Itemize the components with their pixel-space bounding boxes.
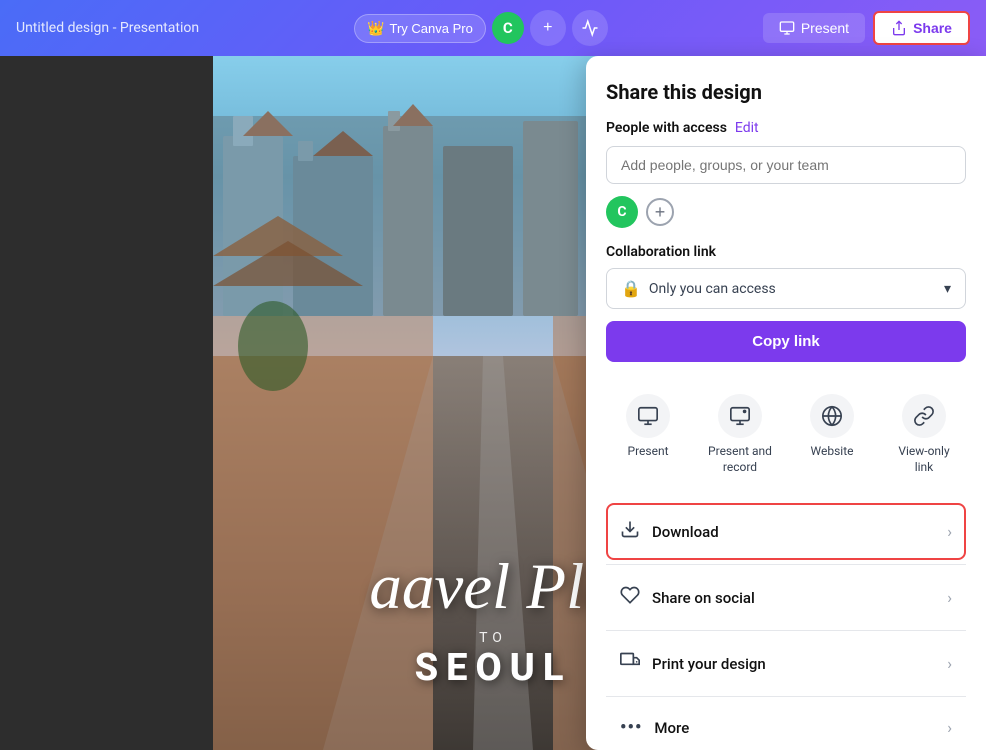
- website-icon: [810, 394, 854, 438]
- share-button[interactable]: Share: [873, 11, 970, 45]
- divider-1: [606, 564, 966, 565]
- share-option-present[interactable]: Present: [606, 382, 690, 487]
- topbar-left: Untitled design - Presentation: [16, 20, 199, 36]
- view-only-icon: [902, 394, 946, 438]
- print-icon: [620, 651, 640, 676]
- access-text: Only you can access: [649, 281, 776, 297]
- share-option-present-record[interactable]: Present and record: [698, 382, 782, 487]
- panel-title: Share this design: [606, 80, 966, 104]
- people-access-row: People with access Edit: [606, 120, 966, 136]
- owner-avatar: C: [606, 196, 638, 228]
- present-option-icon: [626, 394, 670, 438]
- slide-city-name: Seoul: [415, 646, 572, 690]
- user-avatar[interactable]: C: [492, 12, 524, 44]
- add-people-input[interactable]: [606, 146, 966, 184]
- present-record-label: Present and record: [704, 444, 776, 475]
- share-social-label: Share on social: [652, 589, 755, 607]
- chevron-down-icon: ▾: [944, 281, 951, 297]
- view-only-label: View-only link: [888, 444, 960, 475]
- document-title: Untitled design - Presentation: [16, 20, 199, 36]
- print-option[interactable]: Print your design ›: [606, 635, 966, 692]
- download-option[interactable]: Download ›: [606, 503, 966, 560]
- topbar-right: Present Share: [763, 11, 970, 45]
- copy-link-button[interactable]: Copy link: [606, 321, 966, 362]
- more-label: More: [654, 719, 689, 737]
- slide-to-label: TO: [479, 630, 507, 646]
- avatar-row: C +: [606, 196, 966, 228]
- try-canva-pro-button[interactable]: 👑 Try Canva Pro: [354, 14, 486, 43]
- share-social-chevron-icon: ›: [947, 588, 952, 607]
- people-access-label: People with access: [606, 120, 727, 136]
- divider-2: [606, 630, 966, 631]
- collaboration-link-label: Collaboration link: [606, 244, 966, 260]
- download-icon: [620, 519, 640, 544]
- share-social-option[interactable]: Share on social ›: [606, 569, 966, 626]
- present-option-label: Present: [628, 444, 669, 460]
- add-person-button[interactable]: +: [646, 198, 674, 226]
- divider-3: [606, 696, 966, 697]
- more-chevron-icon: ›: [947, 718, 952, 737]
- share-option-website[interactable]: Website: [790, 382, 874, 487]
- download-label: Download: [652, 523, 719, 541]
- present-button[interactable]: Present: [763, 13, 865, 43]
- download-chevron-icon: ›: [947, 522, 952, 541]
- share-option-view-only[interactable]: View-only link: [882, 382, 966, 487]
- more-icon: •••: [620, 717, 642, 738]
- present-record-icon: [718, 394, 762, 438]
- analytics-button[interactable]: [572, 10, 608, 46]
- edit-access-link[interactable]: Edit: [735, 120, 759, 136]
- share-panel: Share this design People with access Edi…: [586, 56, 986, 750]
- lock-icon: 🔒: [621, 279, 641, 298]
- more-option[interactable]: ••• More ›: [606, 701, 966, 750]
- print-chevron-icon: ›: [947, 654, 952, 673]
- website-label: Website: [811, 444, 854, 460]
- share-options-grid: Present Present and record: [606, 382, 966, 487]
- crown-icon: 👑: [367, 20, 384, 37]
- access-dropdown[interactable]: 🔒 Only you can access ▾: [606, 268, 966, 309]
- print-label: Print your design: [652, 655, 766, 673]
- topbar-center: 👑 Try Canva Pro C +: [354, 10, 608, 46]
- share-social-icon: [620, 585, 640, 610]
- add-collaborator-button[interactable]: +: [530, 10, 566, 46]
- topbar: Untitled design - Presentation 👑 Try Can…: [0, 0, 986, 56]
